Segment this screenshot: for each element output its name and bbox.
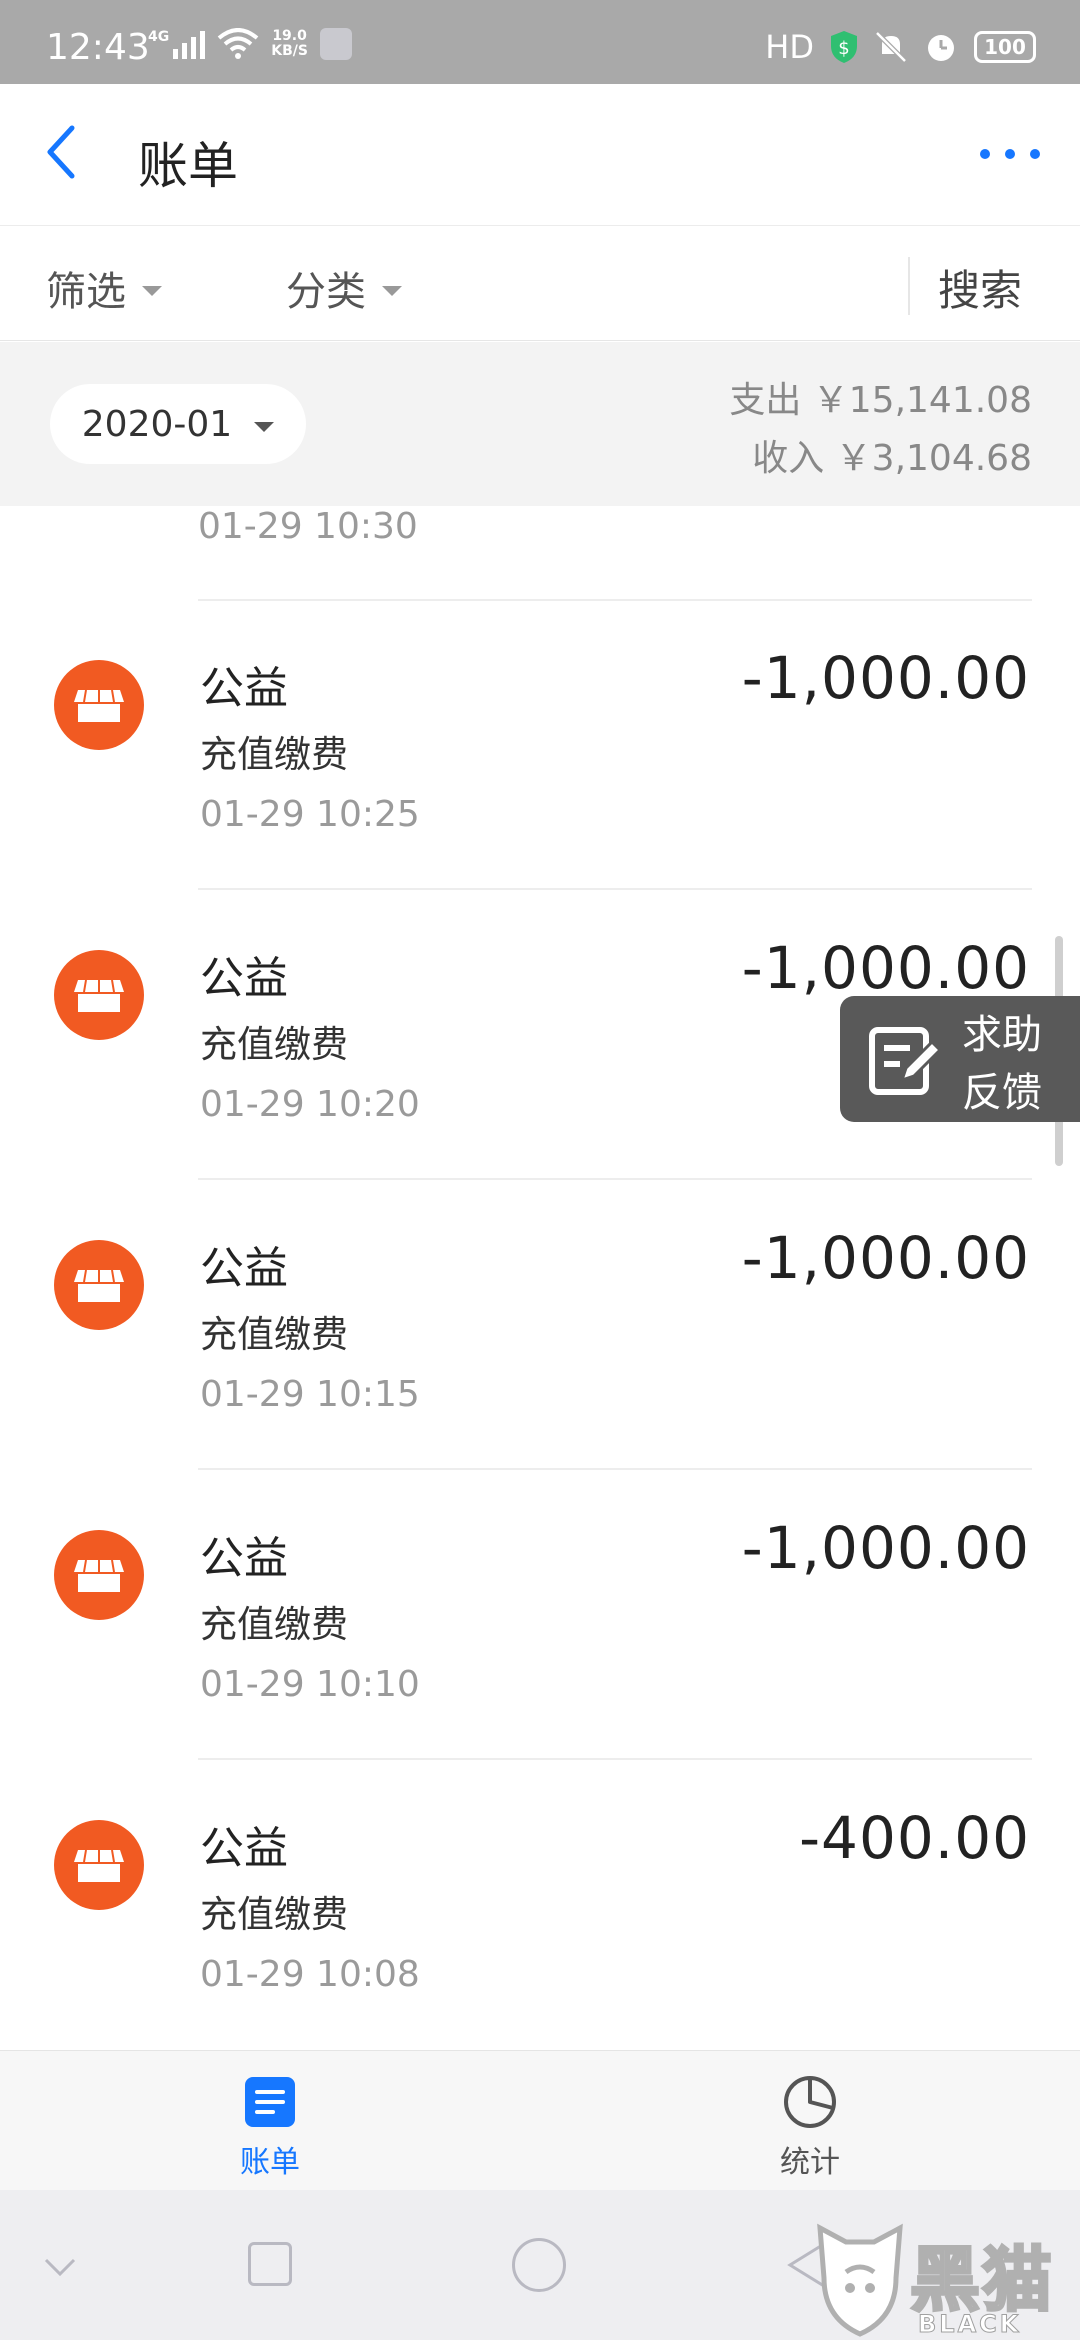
tab-bill-label: 账单 [240,2145,300,2180]
merchant-name: 公益 [200,1533,288,1584]
search-button[interactable]: 搜索 [938,257,1022,318]
status-time: 12:43 [46,27,150,68]
partial-row-time: 01-29 10:30 [198,506,418,547]
svg-text:$: $ [838,38,849,59]
month-summary-bar: 2020-01 支出 ￥15,141.08 收入 ￥3,104.68 [0,342,1080,506]
page-title: 账单 [138,137,238,195]
list-item[interactable]: 公益 充值缴费 01-29 10:10 -1,000.00 [0,1470,1080,1758]
more-icon-dot [1005,149,1015,159]
transaction-amount: -400.00 [799,1804,1030,1872]
recent-apps-button[interactable] [248,2242,292,2286]
bill-icon [245,2077,295,2127]
network-speed: 19.0 KB/S [271,28,308,59]
store-icon [54,950,144,1040]
hd-label: HD [765,28,814,66]
list-item[interactable]: 公益 充值缴费 01-29 10:08 -400.00 [0,1760,1080,2048]
merchant-name: 公益 [200,1823,288,1874]
back-icon [47,125,75,179]
caret-down-icon [382,286,402,296]
home-button[interactable] [512,2238,566,2292]
store-icon [54,660,144,750]
transaction-category: 充值缴费 [200,1313,348,1356]
filter-bar: 筛选 分类 搜索 [0,227,1080,341]
transaction-category: 充值缴费 [200,1893,348,1936]
back-button[interactable] [42,122,102,192]
filter-label: 筛选 [46,269,126,315]
store-icon [54,1240,144,1330]
month-totals: 支出 ￥15,141.08 收入 ￥3,104.68 [729,372,1032,488]
list-item[interactable]: 公益 充值缴费 01-29 10:15 -1,000.00 [0,1180,1080,1468]
network-type: 4G [148,29,170,45]
status-left-icons: 4G 19.0 KB/S [148,28,352,60]
more-icon-dot [1030,149,1040,159]
more-icon-dot [980,149,990,159]
caret-down-icon [142,286,162,296]
filter-dropdown[interactable]: 筛选 [46,259,162,317]
transaction-amount: -1,000.00 [741,1514,1030,1582]
transaction-amount: -1,000.00 [741,644,1030,712]
month-label: 2020-01 [81,403,233,445]
tab-statistics-label: 统计 [780,2145,840,2180]
month-selector[interactable]: 2020-01 [50,384,306,464]
transaction-list[interactable]: 01-29 10:30 公益 充值缴费 01-29 10:25 -1,000.0… [0,506,1080,2050]
transaction-time: 01-29 10:10 [200,1664,420,1705]
divider [908,257,910,315]
transaction-category: 充值缴费 [200,733,348,776]
transaction-time: 01-29 10:15 [200,1374,420,1415]
merchant-name: 公益 [200,953,288,1004]
watermark-subtext: BLACK CAT [918,2310,1022,2340]
signal-icon: 4G [148,29,206,59]
tab-statistics[interactable]: 统计 [730,2075,890,2181]
category-label: 分类 [286,269,366,315]
store-icon [54,1820,144,1910]
alarm-icon [928,35,954,61]
transaction-category: 充值缴费 [200,1603,348,1646]
black-cat-logo-icon [817,2223,903,2337]
store-icon [54,1530,144,1620]
pie-chart-icon [784,2076,836,2128]
feedback-label: 求助 反馈 [962,1012,1042,1116]
expense-total: 支出 ￥15,141.08 [729,380,1032,421]
transaction-amount: -1,000.00 [741,934,1030,1002]
merchant-name: 公益 [200,1243,288,1294]
more-button[interactable] [980,134,1040,174]
merchant-name: 公益 [200,663,288,714]
battery-indicator: 100 [974,31,1036,63]
edit-icon [868,1022,944,1102]
transaction-time: 01-29 10:20 [200,1084,420,1125]
layers-icon [319,28,352,60]
transaction-time: 01-29 10:25 [200,794,420,835]
nav-collapse-icon[interactable] [42,2256,78,2280]
status-bar: 12:43 4G 19.0 KB/S HD $ 100 [0,0,1080,84]
tab-bill[interactable]: 账单 [190,2075,350,2181]
wifi-icon [217,28,259,59]
category-dropdown[interactable]: 分类 [286,259,402,317]
caret-down-icon [254,422,275,432]
transaction-category: 充值缴费 [200,1023,348,1066]
transaction-amount: -1,000.00 [741,1224,1030,1292]
bottom-tab-bar: 账单 统计 [0,2050,1080,2190]
list-item[interactable]: 公益 充值缴费 01-29 10:25 -1,000.00 [0,600,1080,888]
help-feedback-button[interactable]: 求助 反馈 [840,996,1080,1122]
shield-icon: $ [831,31,857,63]
watermark: 黑猫 BLACK CAT [790,2218,1080,2340]
income-total: 收入 ￥3,104.68 [752,438,1032,479]
transaction-time: 01-29 10:08 [200,1954,420,1995]
app-header: 账单 [0,84,1080,226]
mute-icon [875,31,907,63]
status-right-icons: HD $ 100 [765,28,1036,66]
